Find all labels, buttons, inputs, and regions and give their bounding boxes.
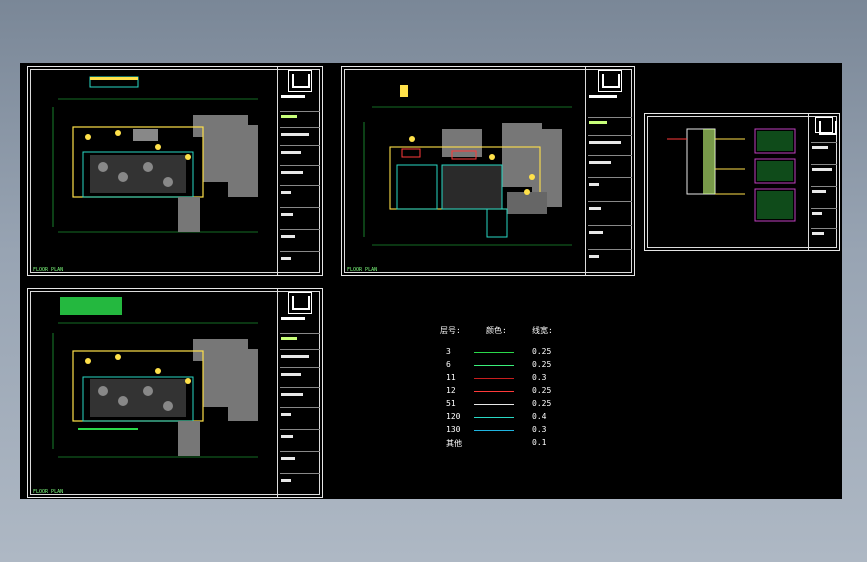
drawing-sheet-4[interactable]: FLOOR PLAN [27, 288, 323, 498]
legend-header-width: 线宽: [532, 326, 553, 335]
legend-line-width: 0.25 [532, 347, 552, 356]
floor-plan-drawing [52, 297, 258, 458]
cad-drawing-canvas[interactable]: FLOOR PLAN FLOOR PLAN FLOOR PLAN 层号: 颜色:… [20, 63, 842, 499]
legend-line-width: 0.3 [532, 425, 547, 434]
legend-layer-number: 130 [446, 425, 461, 434]
electrical-diagram [667, 128, 796, 222]
legend-layer-number: 6 [446, 360, 451, 369]
legend-line-width: 0.3 [532, 373, 547, 382]
legend-row: 12 0.25 [440, 386, 590, 398]
legend-color-swatch [474, 417, 514, 418]
legend-header-color: 颜色: [486, 326, 507, 335]
legend-layer-number: 其他 [446, 439, 462, 448]
sheet-label: FLOOR PLAN [33, 267, 64, 273]
company-logo-icon [598, 70, 622, 92]
title-block [808, 114, 839, 250]
legend-color-swatch [474, 352, 514, 353]
drawing-sheet-1[interactable]: FLOOR PLAN [27, 66, 323, 276]
legend-color-swatch [474, 430, 514, 431]
sheet-label: FLOOR PLAN [347, 267, 378, 273]
legend-line-width: 0.1 [532, 438, 547, 447]
legend-row: 其他 0.1 [440, 438, 590, 450]
title-block [277, 289, 322, 497]
legend-layer-number: 120 [446, 412, 461, 421]
legend-color-swatch [474, 365, 514, 366]
drawing-sheet-2[interactable]: FLOOR PLAN [341, 66, 635, 276]
legend-row: 6 0.25 [440, 360, 590, 372]
legend-line-width: 0.25 [532, 399, 552, 408]
legend-line-width: 0.25 [532, 386, 552, 395]
legend-row: 51 0.25 [440, 399, 590, 411]
title-block [277, 67, 322, 275]
legend-color-swatch [474, 391, 514, 392]
legend-row: 130 0.3 [440, 425, 590, 437]
legend-row: 11 0.3 [440, 373, 590, 385]
company-logo-icon [288, 292, 312, 314]
floor-plan-drawing [52, 76, 258, 233]
legend-row: 3 0.25 [440, 347, 590, 359]
legend-color-swatch [474, 404, 514, 405]
drawing-sheet-3[interactable] [644, 113, 840, 251]
legend-layer-number: 3 [446, 347, 451, 356]
legend-layer-number: 11 [446, 373, 456, 382]
legend-color-swatch [474, 443, 514, 444]
legend-header-layer: 层号: [440, 326, 461, 335]
legend-row: 120 0.4 [440, 412, 590, 424]
legend-line-width: 0.25 [532, 360, 552, 369]
legend-color-swatch [474, 378, 514, 379]
legend-layer-number: 12 [446, 386, 456, 395]
title-block [585, 67, 634, 275]
legend-line-width: 0.4 [532, 412, 547, 421]
company-logo-icon [815, 117, 837, 135]
legend-layer-number: 51 [446, 399, 456, 408]
sheet-label: FLOOR PLAN [33, 489, 64, 495]
company-logo-icon [288, 70, 312, 92]
floor-plan-drawing [363, 85, 572, 246]
